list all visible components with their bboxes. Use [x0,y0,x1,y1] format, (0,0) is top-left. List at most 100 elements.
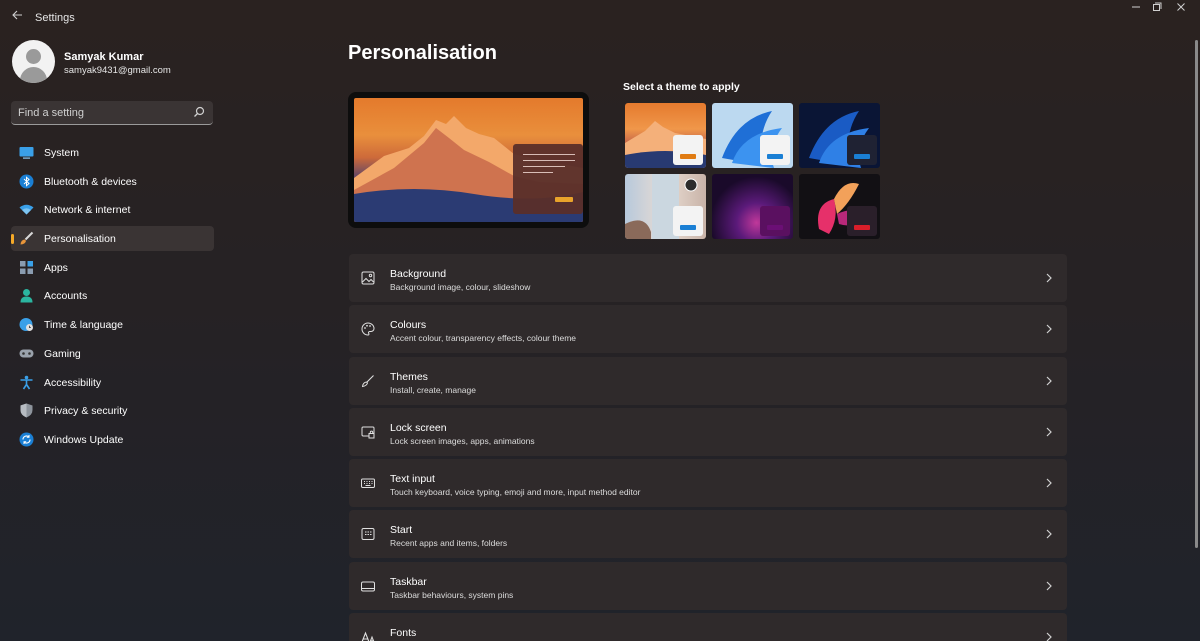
paintbrush-icon [20,231,34,245]
sidebar-item-gaming[interactable]: Gaming [11,341,214,366]
bluetooth-icon [19,174,34,189]
search-box[interactable] [11,101,213,125]
theme-card [673,135,703,165]
preview-accent-bar [555,197,573,202]
sidebar-item-label: Accounts [44,290,88,303]
theme-tile-glow[interactable] [712,174,793,239]
sidebar-item-system[interactable]: System [11,140,214,165]
accessibility-icon [20,375,33,389]
person-icon [20,289,33,303]
sidebar-item-apps[interactable]: Apps [11,255,214,280]
sidebar-item-label: Gaming [44,347,81,360]
setting-description: Recent apps and items, folders [390,538,508,549]
search-input[interactable] [18,104,188,121]
sidebar-item-label: Bluetooth & devices [44,175,137,188]
preview-window [513,144,583,214]
brush-icon [361,374,374,387]
setting-themes[interactable]: Themes Install, create, manage [349,356,1067,405]
setting-start[interactable]: Start Recent apps and items, folders [349,510,1067,559]
theme-tile-captured-motion[interactable] [625,174,706,239]
minimize-icon [1132,6,1140,8]
theme-card [847,206,877,236]
settings-list: Background Background image, colour, sli… [349,254,1067,641]
wallpaper-preview [354,98,583,222]
sidebar-item-personalisation[interactable]: Personalisation [11,226,214,252]
close-icon [1177,3,1185,11]
window-title: Settings [35,12,75,24]
keyboard-icon [361,478,375,489]
sidebar-item-privacy[interactable]: Privacy & security [11,398,214,423]
setting-colours[interactable]: Colours Accent colour, transparency effe… [349,305,1067,354]
wifi-icon [19,205,34,215]
theme-tile-windows-dark[interactable] [799,103,880,168]
theme-accent-bar [767,225,783,230]
setting-description: Lock screen images, apps, animations [390,435,535,446]
preview-line [523,166,565,167]
scrollbar[interactable] [1195,40,1198,548]
sidebar-item-windows-update[interactable]: Windows Update [11,427,214,452]
user-email: samyak9431@gmail.com [64,65,171,76]
theme-tile-mountain-sunset[interactable] [625,103,706,168]
sidebar-item-accounts[interactable]: Accounts [11,283,214,308]
avatar-head [26,49,41,64]
sidebar-item-label: Network & internet [44,204,131,217]
setting-lock-screen[interactable]: Lock screen Lock screen images, apps, an… [349,407,1067,456]
setting-title: Taskbar [390,575,427,588]
apps-icon [20,260,33,274]
setting-description: Taskbar behaviours, system pins [390,589,514,600]
lock-screen-icon [361,426,375,439]
theme-tile-windows-light[interactable] [712,103,793,168]
setting-title: Themes [390,370,428,383]
monitor-icon [19,147,34,159]
restore-icon [1153,2,1162,11]
sidebar-item-label: Personalisation [44,233,116,246]
image-icon [361,271,375,285]
start-icon [361,528,375,541]
theme-tile-flow[interactable] [799,174,880,239]
theme-preview [348,92,589,228]
setting-background[interactable]: Background Background image, colour, sli… [349,254,1067,302]
setting-title: Lock screen [390,421,447,434]
sidebar-item-network[interactable]: Network & internet [11,197,214,222]
sidebar-item-label: Accessibility [44,376,102,389]
globe-clock-icon [19,318,33,332]
theme-accent-bar [854,225,870,230]
setting-title: Start [390,524,413,537]
user-name: Samyak Kumar [64,51,144,63]
chevron-right-icon [1046,632,1052,641]
theme-accent-bar [680,154,696,159]
setting-description: Install, create, manage [390,384,476,395]
search-icon[interactable] [193,106,205,118]
sidebar-item-accessibility[interactable]: Accessibility [11,370,214,395]
setting-description: Touch keyboard, voice typing, emoji and … [390,487,641,498]
setting-description: Background image, colour, slideshow [390,282,531,292]
sidebar-item-bluetooth[interactable]: Bluetooth & devices [11,169,214,194]
update-icon [19,432,34,447]
preview-line [523,160,575,161]
theme-picker-label: Select a theme to apply [623,81,740,93]
theme-accent-bar [680,225,696,230]
sidebar-item-label: Apps [44,261,68,274]
setting-taskbar[interactable]: Taskbar Taskbar behaviours, system pins [349,561,1067,610]
sidebar-item-time-language[interactable]: Time & language [11,312,214,337]
setting-title: Fonts [390,627,417,640]
avatar-torso [20,67,47,83]
avatar[interactable] [12,40,55,83]
palette-icon [361,322,375,336]
page-title: Personalisation [348,42,497,64]
theme-card [673,206,703,236]
chevron-right-icon [1046,273,1052,283]
chevron-right-icon [1046,530,1052,539]
setting-fonts[interactable]: Fonts [349,613,1067,641]
back-button[interactable] [8,8,26,26]
setting-text-input[interactable]: Text input Touch keyboard, voice typing,… [349,459,1067,508]
theme-accent-bar [767,154,783,159]
chevron-right-icon [1046,581,1052,591]
close-button[interactable] [1167,2,1195,18]
preview-line [523,172,553,173]
sidebar-item-label: Windows Update [44,433,124,446]
theme-card [760,135,790,165]
shield-icon [20,403,33,418]
theme-accent-bar [854,154,870,159]
gamepad-icon [19,349,34,358]
